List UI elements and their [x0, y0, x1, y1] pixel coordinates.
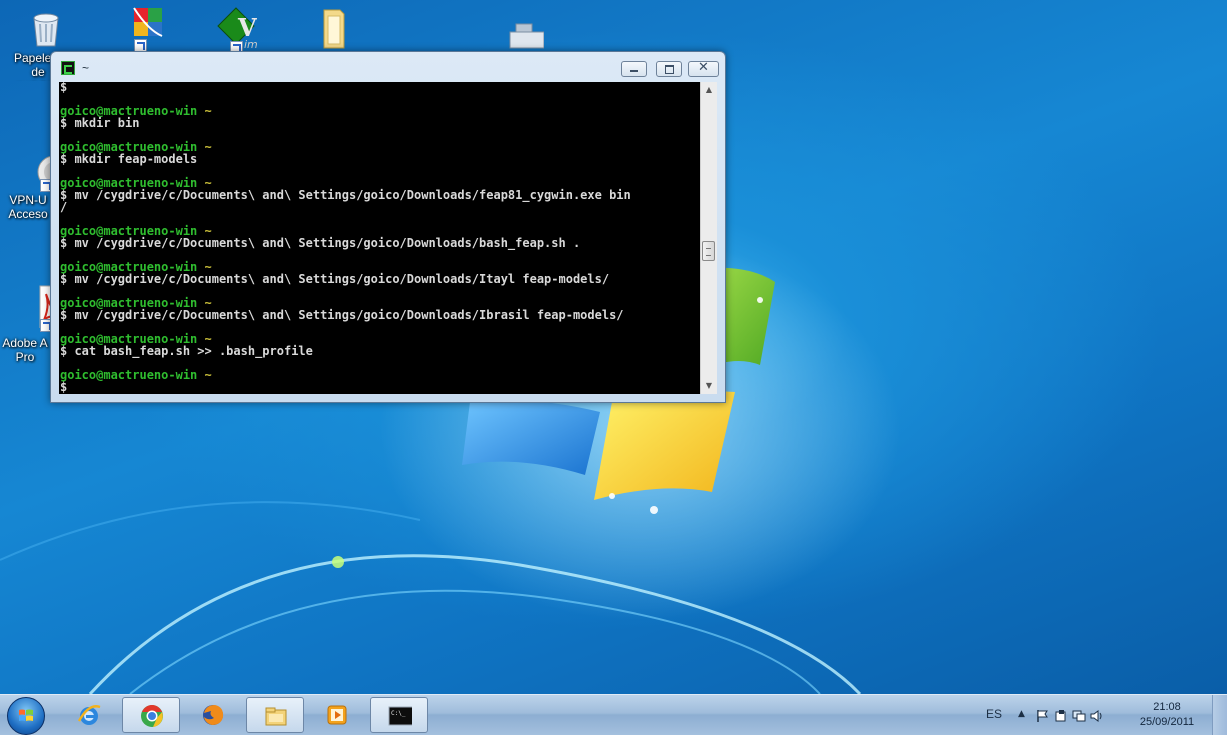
taskbar-firefox[interactable] — [184, 697, 242, 733]
clock-time: 21:08 — [1153, 701, 1181, 713]
clock[interactable]: 21:08 25/09/2011 — [1132, 700, 1202, 730]
gvim-icon: V im — [216, 6, 258, 54]
terminal-output-line: $ — [60, 380, 68, 394]
clock-date: 25/09/2011 — [1139, 716, 1195, 728]
desktop-icon-gvim[interactable]: V im — [200, 6, 272, 54]
taskbar-chrome[interactable] — [122, 697, 180, 733]
scroll-down-arrow-icon[interactable]: ▼ — [701, 378, 717, 394]
terminal-output-line: $ mkdir feap-models — [60, 152, 198, 166]
taskbar: C:\_ ES ▲ 21:08 25/09/2011 — [0, 694, 1227, 735]
window-titlebar[interactable]: ~ ✕ — [51, 52, 725, 82]
file-explorer-icon — [265, 707, 287, 726]
desktop-icon-label: VPN-U Acceso — [8, 193, 48, 221]
terminal-output[interactable]: $ goico@mactrueno-win ~ $ mkdir bin goico@m… — [59, 82, 700, 394]
desktop-icon-folder[interactable] — [294, 6, 366, 49]
terminal-output-line: $ mv /cygdrive/c/Documents\ and\ Setting… — [60, 308, 624, 322]
close-button[interactable]: ✕ — [688, 60, 719, 77]
notification-area: ES ▲ 21:08 25/09/2011 — [982, 695, 1227, 735]
terminal-app-icon[interactable] — [61, 61, 75, 75]
start-button[interactable] — [7, 697, 45, 735]
volume-icon[interactable] — [1090, 709, 1104, 723]
language-indicator[interactable]: ES — [986, 707, 1002, 721]
internet-explorer-icon — [77, 705, 101, 725]
terminal-output-line: $ mkdir bin — [60, 116, 140, 130]
network-icon[interactable] — [1072, 709, 1086, 723]
avg-antivirus-icon — [120, 4, 163, 52]
folder-icon — [310, 6, 350, 49]
console-window[interactable]: ~ ✕ $ goico@mactrueno-win ~ $ mkdir bin goi… — [50, 51, 726, 403]
terminal-output-line: $ mv /cygdrive/c/Documents\ and\ Setting… — [60, 236, 581, 250]
terminal-prompt-line: goico@mactrueno-win ~ — [60, 369, 631, 381]
taskbar-internet-explorer[interactable] — [60, 697, 118, 733]
scrollbar-thumb[interactable] — [702, 241, 715, 261]
taskbar-console[interactable]: C:\_ — [370, 697, 428, 733]
prompt-working-dir: ~ — [204, 368, 212, 382]
terminal-prompt-line: goico@mactrueno-win ~ — [60, 105, 631, 117]
desktop-icon-avg[interactable] — [104, 4, 176, 52]
show-hidden-icons-icon[interactable]: ▲ — [1018, 709, 1032, 723]
minimize-icon — [630, 70, 638, 72]
terminal-output-line: $ mv /cygdrive/c/Documents\ and\ Setting… — [60, 188, 631, 202]
minimize-button[interactable] — [621, 61, 647, 77]
prompt-working-dir: ~ — [204, 140, 212, 154]
vertical-scrollbar[interactable]: ▲ ▼ — [700, 82, 717, 394]
desktop-icon-label: Adobe A Pro — [2, 336, 48, 364]
terminal-output-line: $ — [60, 82, 68, 94]
firefox-icon — [203, 705, 224, 725]
window-title: ~ — [82, 61, 90, 75]
close-icon: ✕ — [698, 60, 709, 75]
chrome-icon — [141, 705, 163, 727]
recycle-bin-icon — [26, 8, 66, 48]
maximize-icon — [665, 65, 674, 74]
taskbar-file-explorer[interactable] — [246, 697, 304, 733]
terminal-output-line: $ mv /cygdrive/c/Documents\ and\ Setting… — [60, 272, 610, 286]
action-center-flag-icon[interactable] — [1036, 709, 1050, 723]
safely-remove-hardware-icon[interactable] — [1054, 709, 1068, 723]
svg-text:im: im — [244, 38, 258, 50]
prompt-working-dir: ~ — [204, 104, 212, 118]
terminal-lines: $ goico@mactrueno-win ~ $ mkdir bin goico@m… — [60, 82, 631, 393]
svg-text:C:\_: C:\_ — [391, 710, 406, 717]
terminal-output-line: $ cat bash_feap.sh >> .bash_profile — [60, 344, 313, 358]
console-icon: C:\_ — [388, 706, 412, 726]
show-desktop-button[interactable] — [1212, 695, 1227, 735]
taskbar-media-player[interactable] — [308, 697, 366, 733]
terminal-output-line: / — [60, 200, 68, 214]
media-player-icon — [327, 705, 347, 725]
maximize-button[interactable] — [656, 61, 682, 77]
prompt-user-host: goico@mactrueno-win — [60, 368, 198, 382]
scroll-up-arrow-icon[interactable]: ▲ — [701, 82, 717, 98]
windows-logo-icon — [19, 709, 33, 721]
